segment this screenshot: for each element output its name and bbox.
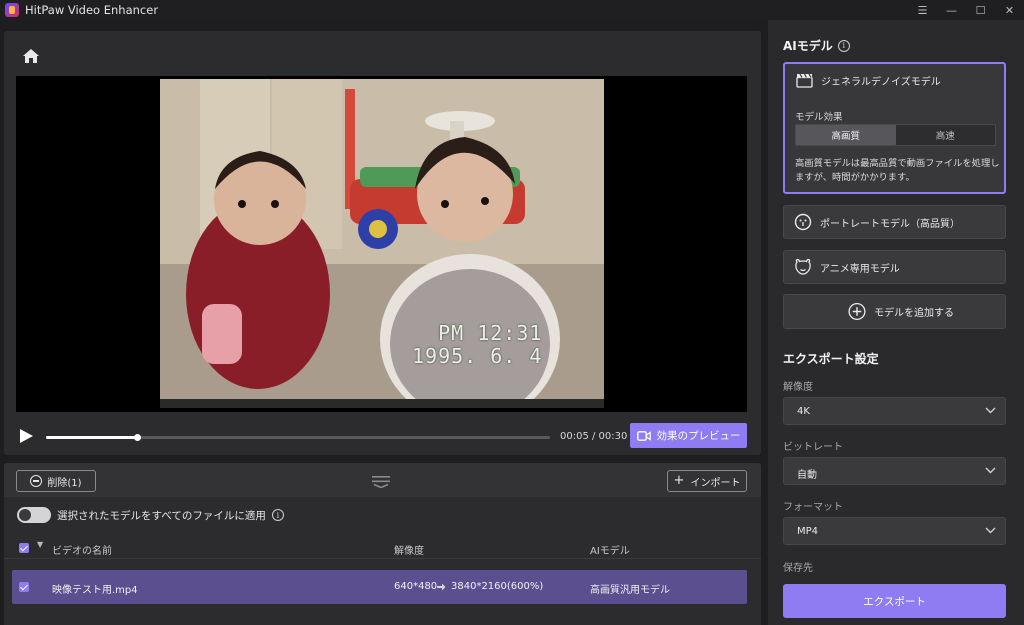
- info-icon[interactable]: i: [271, 509, 284, 521]
- file-list-toolbar: 削除(1) + インポート: [4, 463, 761, 497]
- ai-model-heading: AIモデル i: [783, 37, 850, 54]
- export-settings-heading: エクスポート設定: [783, 352, 879, 366]
- info-icon[interactable]: i: [837, 39, 850, 52]
- file-table-header: ▼ ビデオの名前 解像度 AIモデル: [4, 535, 761, 559]
- column-resolution[interactable]: 解像度: [394, 542, 424, 557]
- resolution-value: 4K: [797, 406, 810, 417]
- chevron-down-icon: [985, 467, 996, 474]
- file-name: 映像テスト用.mp4: [52, 585, 138, 596]
- home-icon[interactable]: [22, 48, 40, 64]
- bitrate-value: 自動: [797, 470, 817, 481]
- delete-label: 削除(1): [47, 477, 82, 489]
- collapse-handle-icon[interactable]: [372, 475, 390, 488]
- maximize-icon[interactable]: ☐: [966, 0, 995, 20]
- overlay-date: 1995. 6. 4: [412, 344, 543, 368]
- row-checkbox[interactable]: [19, 582, 29, 592]
- model-portrait-label: ポートレートモデル（高品質）: [820, 218, 960, 230]
- chevron-down-icon[interactable]: ▼: [37, 540, 43, 549]
- row-ai-model: 高画質汎用モデル: [590, 585, 670, 596]
- window-controls: ☰ — ☐ ✕: [908, 0, 1024, 20]
- bitrate-select[interactable]: 自動: [783, 457, 1006, 485]
- time-display: 00:05 / 00:30: [560, 431, 628, 442]
- overlay-time: PM 12:31: [438, 321, 543, 345]
- column-ai-model[interactable]: AIモデル: [590, 542, 630, 557]
- app-logo-icon: [5, 3, 19, 17]
- import-label: インポート: [690, 477, 741, 489]
- select-all-checkbox[interactable]: [19, 543, 29, 553]
- resolution-from: 640*480: [394, 581, 438, 592]
- close-icon[interactable]: ✕: [995, 0, 1024, 20]
- progress-slider[interactable]: [46, 434, 550, 441]
- effect-option-fast[interactable]: 高速: [896, 125, 996, 145]
- minimize-icon[interactable]: —: [937, 0, 966, 20]
- video-frame: PM 12:31 1995. 6. 4: [160, 79, 604, 408]
- model-effect-segmented: 高画質 高速: [795, 124, 996, 146]
- model-anime-label: アニメ専用モデル: [820, 263, 900, 275]
- preview-label: 効果のプレビュー: [656, 430, 741, 442]
- export-button[interactable]: エクスポート: [783, 584, 1006, 618]
- model-general-label: ジェネラルデノイズモデル: [821, 76, 941, 88]
- model-portrait-header: ポートレートモデル（高品質）: [794, 213, 960, 231]
- portrait-face-icon: [794, 213, 812, 231]
- column-name[interactable]: ビデオの名前: [52, 542, 112, 557]
- model-anime-header: アニメ専用モデル: [794, 258, 900, 276]
- model-description: 高画質モデルは最高品質で動画ファイルを処理しますが、時間がかかります。: [795, 158, 1000, 183]
- playback-controls: 00:05 / 00:30 効果のプレビュー: [16, 421, 747, 451]
- delete-button[interactable]: 削除(1): [16, 470, 96, 492]
- video-timestamp-overlay: PM 12:31 1995. 6. 4: [412, 322, 542, 368]
- camera-icon: [636, 430, 651, 441]
- chevron-down-icon: [985, 527, 996, 534]
- model-general-denoise[interactable]: ジェネラルデノイズモデル モデル効果 高画質 高速 高画質モデルは最高品質で動画…: [783, 62, 1006, 194]
- effect-option-quality[interactable]: 高画質: [796, 125, 896, 145]
- add-model-header: モデルを追加する: [848, 302, 954, 320]
- format-value: MP4: [797, 526, 819, 537]
- progress-fill: [46, 436, 137, 439]
- import-button[interactable]: + インポート: [667, 470, 747, 492]
- video-preview[interactable]: PM 12:31 1995. 6. 4: [16, 76, 747, 412]
- chevron-down-icon: [985, 407, 996, 414]
- resolution-label: 解像度: [783, 382, 813, 393]
- apply-all-toggle[interactable]: [17, 507, 51, 523]
- anime-bear-icon: [794, 258, 812, 276]
- menu-icon[interactable]: ☰: [908, 0, 937, 20]
- title-bar: HitPaw Video Enhancer ☰ — ☐ ✕: [0, 0, 1024, 20]
- arrow-right-icon: [437, 583, 446, 591]
- settings-sidebar: AIモデル i ジェネラルデノイズモデル モデル効果 高画質 高速 高画質モデル…: [768, 20, 1024, 625]
- add-model-label: モデルを追加する: [874, 307, 954, 319]
- save-location-label: 保存先: [783, 563, 813, 574]
- app-title: HitPaw Video Enhancer: [25, 3, 159, 17]
- file-list-panel: 削除(1) + インポート 選択されたモデルをすべてのファイルに適用 i ▼ ビ…: [4, 463, 761, 625]
- ai-model-title: AIモデル: [783, 39, 833, 53]
- play-icon[interactable]: [20, 429, 33, 443]
- plus-icon: +: [673, 473, 685, 488]
- resolution-to: 3840*2160(600%): [451, 581, 544, 592]
- player-panel: PM 12:31 1995. 6. 4 00:05 / 00:30 効果のプレビ…: [4, 31, 761, 455]
- table-row[interactable]: 映像テスト用.mp4 640*480 3840*2160(600%) 高画質汎用…: [12, 570, 747, 604]
- model-effect-label: モデル効果: [795, 112, 843, 123]
- bitrate-label: ビットレート: [783, 442, 843, 453]
- resolution-select[interactable]: 4K: [783, 397, 1006, 425]
- add-model-button[interactable]: モデルを追加する: [783, 294, 1006, 329]
- apply-all-row: 選択されたモデルをすべてのファイルに適用 i: [17, 507, 284, 523]
- minus-circle-icon: [30, 475, 43, 487]
- format-select[interactable]: MP4: [783, 517, 1006, 545]
- progress-knob[interactable]: [133, 434, 141, 441]
- model-anime[interactable]: アニメ専用モデル: [783, 250, 1006, 284]
- add-circle-icon: [848, 302, 866, 320]
- model-general-header: ジェネラルデノイズモデル: [795, 71, 941, 89]
- preview-effect-button[interactable]: 効果のプレビュー: [630, 423, 747, 448]
- format-label: フォーマット: [783, 502, 843, 513]
- model-portrait[interactable]: ポートレートモデル（高品質）: [783, 205, 1006, 239]
- apply-all-label: 選択されたモデルをすべてのファイルに適用: [57, 509, 266, 522]
- clapperboard-icon: [795, 71, 813, 89]
